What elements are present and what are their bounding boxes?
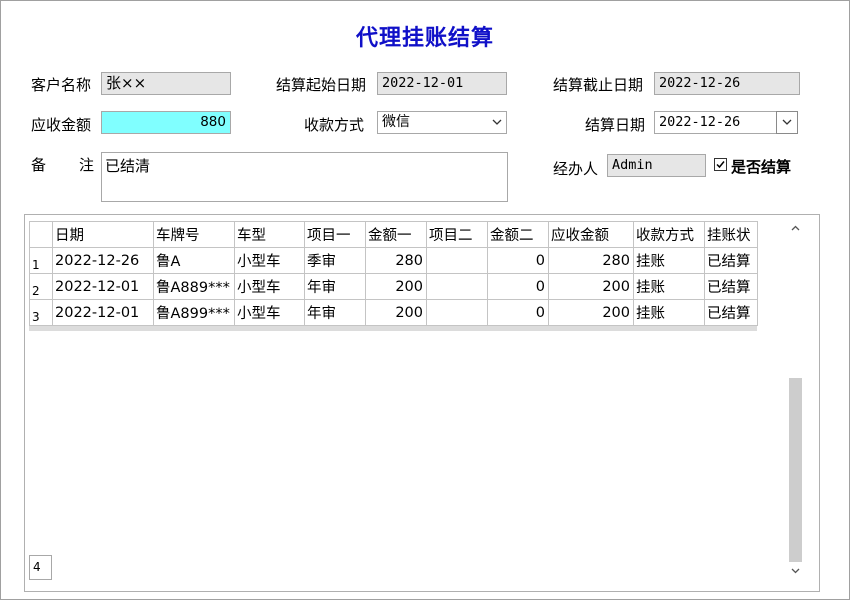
settle-date-label: 结算日期 xyxy=(585,116,646,134)
cell-payment-method[interactable]: 挂账 xyxy=(633,247,705,274)
partially-visible-row xyxy=(29,326,757,331)
start-date-label: 结算起始日期 xyxy=(276,76,367,94)
records-grid[interactable]: 日期 车牌号 车型 项目一 金额一 项目二 金额二 应收金额 收款方式 挂账状 … xyxy=(29,221,758,326)
checkmark-icon xyxy=(716,161,725,169)
cell-vehicle-type[interactable]: 小型车 xyxy=(234,247,305,274)
chevron-up-icon[interactable] xyxy=(788,221,803,237)
payment-method-value: 微信 xyxy=(382,114,410,130)
cell-status[interactable]: 已结算 xyxy=(704,247,758,274)
customer-name-field[interactable]: 张×× xyxy=(101,72,231,95)
column-header[interactable]: 车牌号 xyxy=(153,221,235,248)
remark-textarea[interactable]: 已结清 xyxy=(101,152,508,202)
cell-amount-two[interactable]: 0 xyxy=(487,273,549,300)
cell-vehicle-type[interactable]: 小型车 xyxy=(234,273,305,300)
remark-label-2: 注 xyxy=(79,156,95,174)
cell-amount-two[interactable]: 0 xyxy=(487,299,549,326)
cell-receivable[interactable]: 200 xyxy=(548,273,634,300)
cell-receivable[interactable]: 200 xyxy=(548,299,634,326)
cell-item-one[interactable]: 季审 xyxy=(304,247,366,274)
remark-label-1: 备 xyxy=(31,156,47,174)
column-header[interactable]: 项目一 xyxy=(304,221,366,248)
cell-plate[interactable]: 鲁A xyxy=(153,247,235,274)
column-header[interactable]: 挂账状 xyxy=(704,221,758,248)
cell-date[interactable]: 2022-12-26 xyxy=(52,247,154,274)
end-date-field[interactable]: 2022-12-26 xyxy=(654,72,800,95)
row-number: 1 xyxy=(29,247,53,274)
settle-date-field[interactable]: 2022-12-26 xyxy=(654,111,778,134)
payment-method-select[interactable]: 微信 xyxy=(377,111,507,134)
chevron-down-icon[interactable] xyxy=(490,115,504,130)
cell-status[interactable]: 已结算 xyxy=(704,299,758,326)
cell-plate[interactable]: 鲁A889*** xyxy=(153,273,235,300)
record-count: 4 xyxy=(29,555,52,580)
cell-date[interactable]: 2022-12-01 xyxy=(52,273,154,300)
grid-vertical-scrollbar[interactable] xyxy=(788,221,803,580)
start-date-field[interactable]: 2022-12-01 xyxy=(377,72,507,95)
cell-status[interactable]: 已结算 xyxy=(704,273,758,300)
receivable-label: 应收金额 xyxy=(31,116,92,134)
operator-label: 经办人 xyxy=(553,160,599,178)
cell-payment-method[interactable]: 挂账 xyxy=(633,273,705,300)
end-date-label: 结算截止日期 xyxy=(553,76,644,94)
row-number: 3 xyxy=(29,299,53,326)
row-header-corner xyxy=(29,221,53,248)
cell-item-two[interactable] xyxy=(426,273,488,300)
date-picker-button[interactable] xyxy=(776,111,798,134)
column-header[interactable]: 收款方式 xyxy=(633,221,705,248)
cell-item-one[interactable]: 年审 xyxy=(304,273,366,300)
cell-item-two[interactable] xyxy=(426,299,488,326)
payment-method-label: 收款方式 xyxy=(304,116,365,134)
table-row[interactable]: 2 2022-12-01 鲁A889*** 小型车 年审 200 0 200 挂… xyxy=(29,273,758,300)
table-row[interactable]: 3 2022-12-01 鲁A899*** 小型车 年审 200 0 200 挂… xyxy=(29,299,758,326)
receivable-amount-field[interactable]: 880 xyxy=(101,111,231,134)
row-number: 2 xyxy=(29,273,53,300)
cell-amount-one[interactable]: 200 xyxy=(365,299,427,326)
operator-field[interactable]: Admin xyxy=(607,154,706,177)
page-title: 代理挂账结算 xyxy=(355,25,494,51)
scrollbar-thumb[interactable] xyxy=(789,378,802,562)
column-header[interactable]: 应收金额 xyxy=(548,221,634,248)
cell-item-two[interactable] xyxy=(426,247,488,274)
cell-vehicle-type[interactable]: 小型车 xyxy=(234,299,305,326)
grid-header-row: 日期 车牌号 车型 项目一 金额一 项目二 金额二 应收金额 收款方式 挂账状 xyxy=(29,221,758,248)
column-header[interactable]: 金额一 xyxy=(365,221,427,248)
cell-item-one[interactable]: 年审 xyxy=(304,299,366,326)
cell-plate[interactable]: 鲁A899*** xyxy=(153,299,235,326)
settled-checkbox-label[interactable]: 是否结算 xyxy=(731,156,791,177)
cell-date[interactable]: 2022-12-01 xyxy=(52,299,154,326)
column-header[interactable]: 日期 xyxy=(52,221,154,248)
customer-name-label: 客户名称 xyxy=(31,76,92,94)
chevron-down-icon xyxy=(782,119,792,125)
column-header[interactable]: 车型 xyxy=(234,221,305,248)
cell-amount-one[interactable]: 200 xyxy=(365,273,427,300)
settled-checkbox[interactable] xyxy=(714,158,727,171)
cell-amount-two[interactable]: 0 xyxy=(487,247,549,274)
cell-amount-one[interactable]: 280 xyxy=(365,247,427,274)
cell-receivable[interactable]: 280 xyxy=(548,247,634,274)
cell-payment-method[interactable]: 挂账 xyxy=(633,299,705,326)
table-row[interactable]: 1 2022-12-26 鲁A 小型车 季审 280 0 280 挂账 已结算 xyxy=(29,247,758,274)
column-header[interactable]: 金额二 xyxy=(487,221,549,248)
chevron-down-icon[interactable] xyxy=(788,564,803,580)
column-header[interactable]: 项目二 xyxy=(426,221,488,248)
